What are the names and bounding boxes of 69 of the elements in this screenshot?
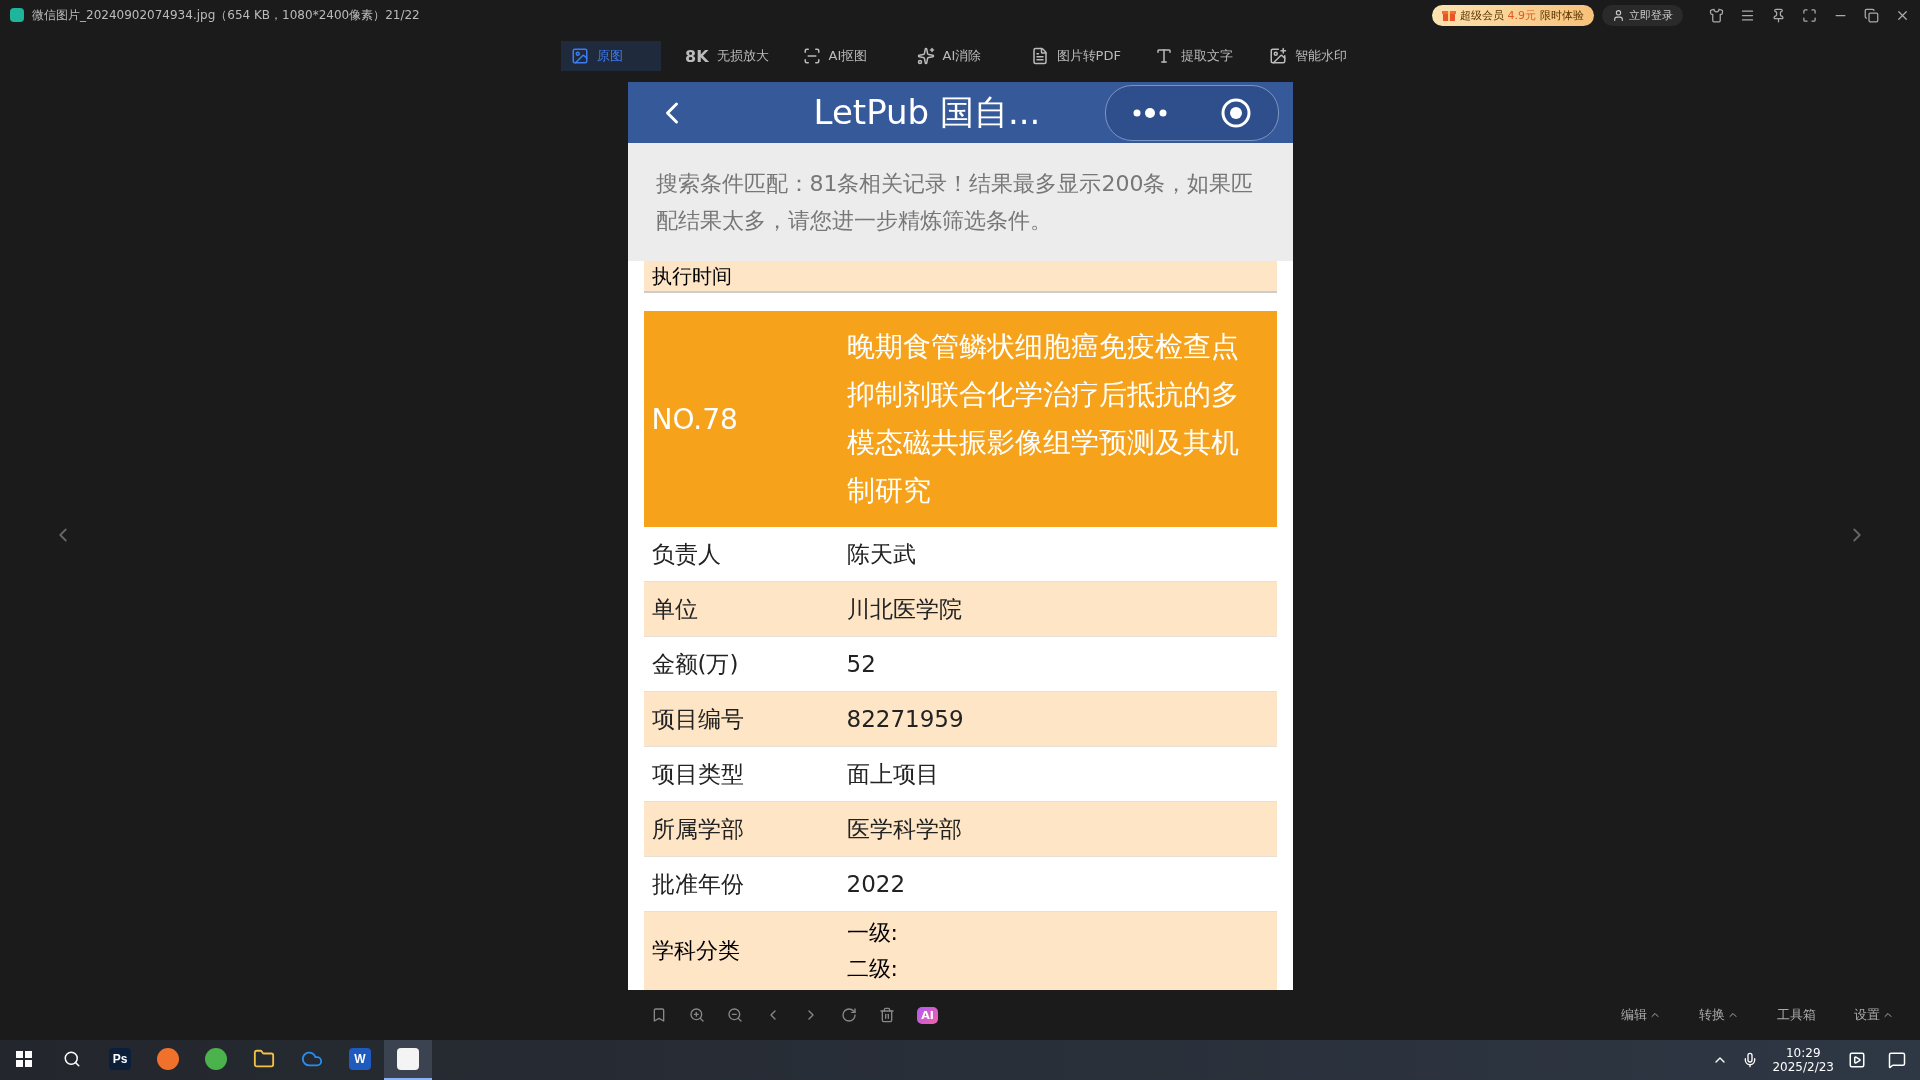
- field-value: 陈天武: [846, 539, 917, 569]
- menu-button[interactable]: 编辑: [1615, 1005, 1667, 1025]
- record-number: NO.78: [651, 402, 739, 436]
- field-label: 金额(万): [651, 649, 740, 679]
- field-label: 批准年份: [651, 869, 745, 899]
- cutout-icon: [802, 47, 821, 65]
- taskbar-app[interactable]: [384, 1040, 432, 1080]
- target-icon[interactable]: [1220, 96, 1252, 129]
- toolbar-tab[interactable]: 8K 无损放大: [675, 41, 779, 71]
- field-label: 项目类型: [651, 759, 745, 789]
- media-icon[interactable]: [1848, 1051, 1866, 1069]
- clock-time: 10:29: [1785, 1046, 1821, 1060]
- toolbar-tab[interactable]: 提取文字: [1144, 41, 1245, 71]
- field-value: 二级:: [846, 955, 899, 983]
- rotate-icon[interactable]: [841, 1007, 858, 1023]
- field-value: 82271959: [846, 706, 965, 732]
- field-value: 2022: [846, 871, 907, 897]
- restore-icon[interactable]: [1864, 7, 1879, 23]
- notification-icon[interactable]: [1888, 1051, 1906, 1069]
- toolbar-tab[interactable]: 智能水印: [1258, 41, 1359, 71]
- menu-button[interactable]: 设置: [1848, 1005, 1900, 1025]
- app-logo-icon: [10, 8, 24, 22]
- browser-icon: [205, 1048, 227, 1070]
- picture-icon: [1268, 47, 1287, 65]
- field-label: 项目编号: [651, 704, 745, 734]
- field-label: 学科分类: [651, 937, 741, 965]
- toolbar-tab[interactable]: AI抠图: [792, 41, 893, 71]
- field-label: 单位: [651, 594, 699, 624]
- app-icon: W: [349, 1048, 371, 1070]
- page-title: LetPub 国自...: [812, 90, 1042, 134]
- delete-icon[interactable]: [879, 1007, 896, 1023]
- pin-icon[interactable]: [1771, 7, 1786, 23]
- taskbar-app[interactable]: Ps: [96, 1040, 144, 1080]
- menu-button[interactable]: 工具箱: [1771, 1005, 1822, 1025]
- toolbar-tab[interactable]: 原图: [561, 41, 662, 71]
- user-icon: [1612, 8, 1625, 22]
- promo-banner[interactable]: 超级会员 4.9元 限时体验: [1431, 4, 1594, 26]
- field-value: 面上项目: [846, 759, 940, 789]
- field-value: 川北医学院: [846, 594, 963, 624]
- menu-icon[interactable]: [1740, 7, 1755, 23]
- sparkle-icon: [916, 47, 935, 65]
- window-title: 微信图片_20240902074934.jpg（654 KB，1080*2400像素）21/22: [32, 6, 420, 24]
- record-title: 晚期食管鳞状细胞癌免疫检查点抑制剂联合化学治疗后抵抗的多模态磁共振影像组学预测及其机制研究: [846, 329, 1240, 509]
- folder-icon: [253, 1048, 275, 1070]
- login-button[interactable]: 立即登录: [1602, 4, 1683, 26]
- gift-icon: [1441, 8, 1456, 22]
- fox-icon: [157, 1048, 179, 1070]
- more-icon[interactable]: [1131, 106, 1169, 119]
- table-cell: 执行时间: [643, 261, 1277, 293]
- field-value: 一级:: [846, 919, 899, 947]
- skin-icon[interactable]: [1709, 7, 1724, 23]
- field-label: 负责人: [651, 539, 722, 569]
- clock-date: 2025/2/23: [1772, 1060, 1834, 1074]
- field-label: 所属学部: [651, 814, 745, 844]
- viewer-app-icon: [397, 1048, 419, 1070]
- toolbar-tab[interactable]: 图片转PDF: [1020, 41, 1131, 71]
- app-icon: Ps: [109, 1048, 131, 1070]
- zoom-in-icon[interactable]: [689, 1007, 706, 1023]
- fullscreen-icon[interactable]: [1802, 7, 1817, 23]
- taskbar-app[interactable]: W: [336, 1040, 384, 1080]
- field-value: 医学科学部: [846, 814, 963, 844]
- menu-button[interactable]: 转换: [1693, 1005, 1745, 1025]
- pdf-icon: [1030, 47, 1049, 65]
- search-notice: 搜索条件匹配：81条相关记录！结果最多显示200条，如果匹配结果太多，请您进一步精炼筛选条件。: [627, 143, 1293, 261]
- field-value: 52: [846, 651, 877, 677]
- image-icon: [571, 47, 590, 65]
- toolbar-tab[interactable]: AI消除: [906, 41, 1007, 71]
- zoom-out-icon[interactable]: [727, 1007, 744, 1023]
- text-icon: [1154, 47, 1173, 65]
